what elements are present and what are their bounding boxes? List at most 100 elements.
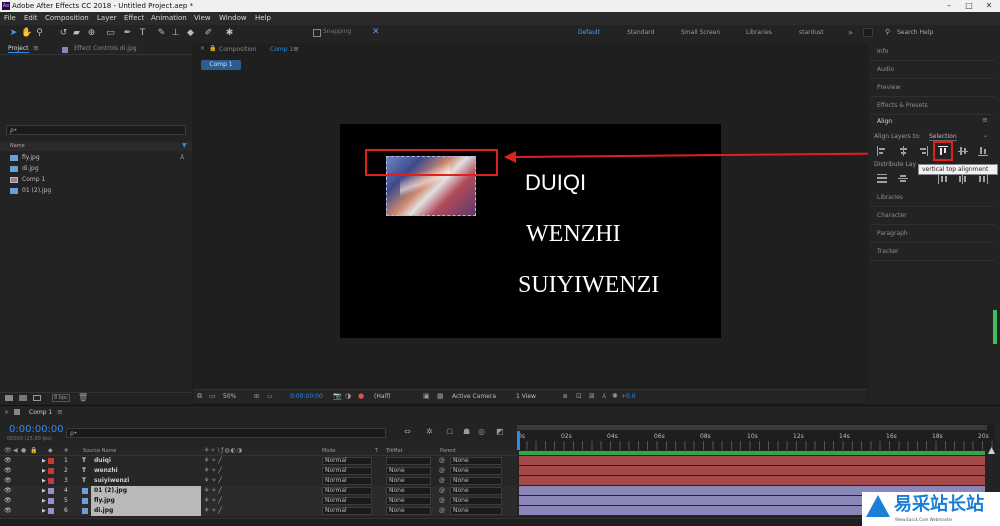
workspace-small-screen[interactable]: Small Screen	[681, 29, 720, 36]
expand-triangle-icon[interactable]: ▶	[42, 506, 46, 516]
grid-options-icon[interactable]: ⊞	[254, 393, 259, 400]
align-left-button[interactable]	[877, 146, 887, 156]
channel-icon[interactable]: ●	[358, 392, 364, 400]
views-select[interactable]: 1 View	[516, 393, 536, 400]
project-tab[interactable]: Project	[8, 45, 29, 53]
close-tab-icon[interactable]: ×	[4, 409, 9, 416]
mode-select[interactable]: Normal	[322, 497, 372, 505]
layer-name[interactable]: duiqi	[91, 456, 201, 466]
layer-duration-bar[interactable]	[519, 466, 985, 475]
minimize-button[interactable]: –	[940, 0, 958, 12]
audio-icon[interactable]: ◀	[13, 447, 18, 454]
align-layers-to-select[interactable]: Selection	[929, 133, 957, 141]
parent-select[interactable]: None	[450, 507, 502, 515]
composition-tab[interactable]: Comp 1	[270, 46, 293, 53]
video-visibility-icon[interactable]: 👁	[4, 506, 12, 516]
pan-behind-tool-icon[interactable]: ⊕	[86, 28, 97, 39]
graph-editor-icon[interactable]: ◩	[496, 427, 504, 436]
video-visibility-icon[interactable]: 👁	[4, 496, 12, 506]
list-item[interactable]: Comp 1	[10, 175, 170, 185]
exposure-value[interactable]: +0.0	[621, 393, 636, 400]
menu-animation[interactable]: Animation	[151, 12, 187, 25]
trkmat-select[interactable]: None	[386, 467, 431, 475]
snapshot-icon[interactable]: 📷	[333, 392, 342, 400]
workspace-overflow-icon[interactable]: »	[848, 28, 853, 37]
maximize-button[interactable]: □	[960, 0, 978, 12]
distribute-right-button[interactable]	[978, 174, 988, 184]
effects-presets-panel[interactable]: Effects & Presets	[870, 97, 995, 115]
bpc-button[interactable]: 8 bpc	[52, 394, 70, 402]
mode-select[interactable]: Normal	[322, 487, 372, 495]
layer-name[interactable]: 01 (2).jpg	[91, 486, 201, 496]
always-preview-icon[interactable]: ⧉	[197, 392, 202, 401]
project-search-input[interactable]: ρ•	[6, 125, 186, 135]
pen-tool-icon[interactable]: ✒	[122, 28, 133, 39]
menu-window[interactable]: Window	[219, 12, 247, 25]
align-panel-title[interactable]: Align	[877, 118, 892, 125]
pick-whip-icon[interactable]: @	[439, 506, 445, 516]
show-snapshot-icon[interactable]: ◑	[345, 392, 351, 400]
video-visibility-icon[interactable]: 👁	[4, 447, 12, 454]
selection-tool-icon[interactable]: ➤	[8, 28, 19, 39]
zoom-tool-icon[interactable]: ⚲	[34, 28, 45, 39]
label-color-swatch[interactable]	[48, 468, 54, 474]
brush-tool-icon[interactable]: ✎	[156, 28, 167, 39]
trkmat-select[interactable]: None	[386, 477, 431, 485]
pick-whip-icon[interactable]: @	[439, 486, 445, 496]
panel-menu-icon[interactable]: ≡	[57, 408, 63, 416]
switches-icon[interactable]: ⚘ ✧ ╱	[204, 466, 222, 476]
tracker-panel[interactable]: Tracker	[870, 243, 995, 261]
timeline-icon[interactable]: ⊠	[589, 392, 595, 400]
distribute-top-button[interactable]	[877, 174, 887, 184]
puppet-tool-icon[interactable]: ✱	[224, 28, 235, 39]
chevron-down-icon[interactable]: ⌄	[983, 132, 988, 139]
mode-select[interactable]: Normal	[322, 457, 372, 465]
menu-edit[interactable]: Edit	[24, 12, 38, 25]
align-horizontal-center-button[interactable]	[898, 146, 908, 156]
timeline-tab[interactable]: Comp 1	[29, 409, 52, 416]
close-tab-icon[interactable]: ×	[200, 45, 205, 52]
fast-previews-icon[interactable]: ⊡	[576, 392, 582, 400]
text-layer-wenzhi[interactable]: WENZHI	[526, 221, 621, 248]
list-item[interactable]: 01 (2).jpg	[10, 186, 170, 196]
align-right-button[interactable]	[918, 146, 928, 156]
trkmat-select[interactable]: None	[386, 487, 431, 495]
mode-select[interactable]: Normal	[322, 467, 372, 475]
flowchart-icon[interactable]: ⅄	[180, 153, 184, 161]
layer-name[interactable]: wenzhi	[91, 466, 201, 476]
monitor-icon[interactable]: ▭	[209, 392, 216, 400]
shy-layers-icon[interactable]: ☖	[446, 427, 453, 436]
expand-triangle-icon[interactable]: ▶	[42, 466, 46, 476]
close-button[interactable]: ✕	[980, 0, 998, 12]
solo-icon[interactable]: ●	[21, 447, 26, 454]
transparency-grid-icon[interactable]: ▦	[437, 392, 444, 400]
trkmat-select[interactable]	[386, 457, 431, 465]
audio-panel[interactable]: Audio	[870, 61, 995, 79]
pick-whip-icon[interactable]: @	[439, 476, 445, 486]
video-visibility-icon[interactable]: 👁	[4, 466, 12, 476]
layer-name[interactable]: fly.jpg	[91, 496, 201, 506]
video-visibility-icon[interactable]: 👁	[4, 486, 12, 496]
exposure-icon[interactable]: ✺	[612, 392, 618, 400]
pick-whip-icon[interactable]: @	[439, 496, 445, 506]
video-visibility-icon[interactable]: 👁	[4, 456, 12, 466]
lock-icon[interactable]: 🔒	[209, 45, 216, 52]
current-time-display[interactable]: 0:00:00:00	[290, 393, 323, 400]
sort-arrow-icon[interactable]: ▼	[182, 142, 187, 149]
label-color-swatch[interactable]	[48, 478, 54, 484]
text-layer-duiqi[interactable]: DUIQI	[525, 170, 586, 196]
align-bottom-button[interactable]	[978, 146, 988, 156]
switches-icon[interactable]: ⚘ ✧ ╱	[204, 476, 222, 486]
parent-select[interactable]: None	[450, 477, 502, 485]
time-ruler[interactable]: 0s 02s 04s 06s 08s 10s 12s 14s 16s 18s 2…	[517, 424, 995, 450]
parent-select[interactable]: None	[450, 487, 502, 495]
table-row[interactable]: 👁 ▶ 2 Twenzhi ⚘ ✧ ╱ Normal None @ None	[0, 466, 517, 476]
parent-select[interactable]: None	[450, 457, 502, 465]
parent-select[interactable]: None	[450, 467, 502, 475]
search-help-toggle-icon[interactable]	[863, 28, 873, 37]
work-area-bar[interactable]	[517, 425, 987, 430]
list-item[interactable]: di.jpg	[10, 164, 170, 174]
label-icon[interactable]: ◆	[48, 447, 53, 454]
menu-effect[interactable]: Effect	[124, 12, 144, 25]
label-color-swatch[interactable]	[48, 498, 54, 504]
